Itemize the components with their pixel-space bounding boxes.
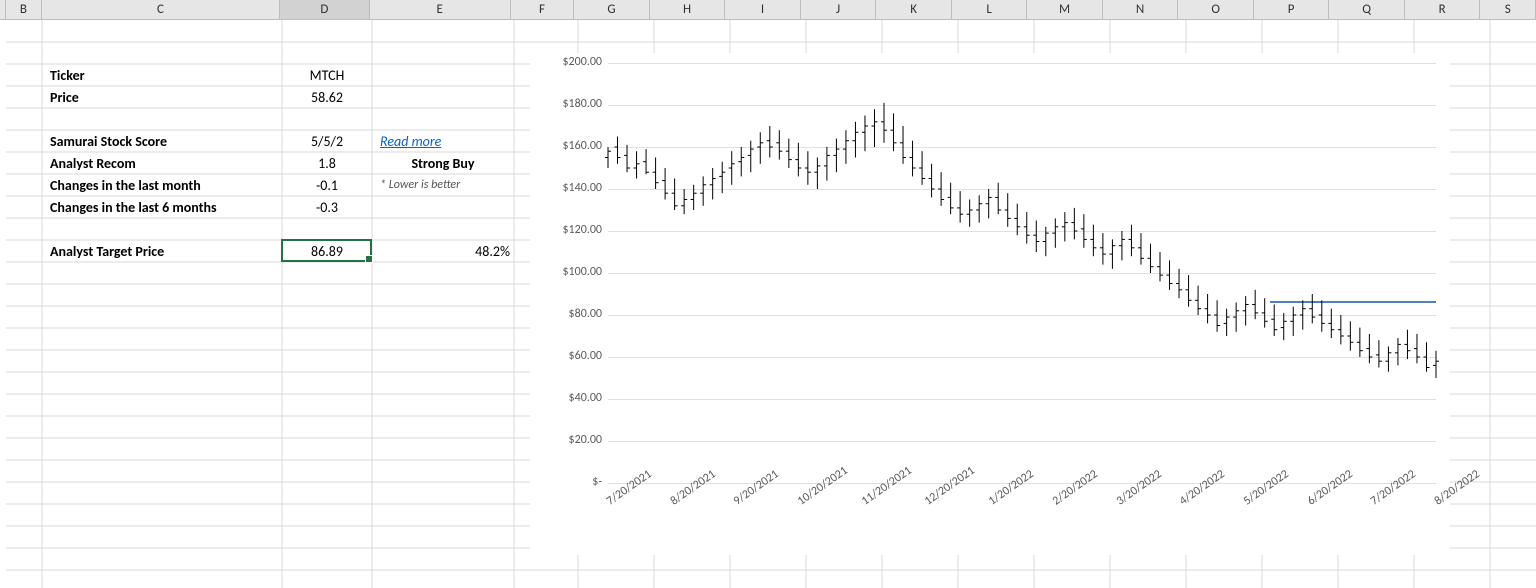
value-target-pct[interactable]: 48.2% bbox=[372, 240, 514, 262]
col-header-D[interactable]: D bbox=[280, 0, 369, 19]
col-header-B[interactable]: B bbox=[6, 0, 42, 19]
value-score[interactable]: 5/5/2 bbox=[282, 130, 372, 152]
col-header-I[interactable]: I bbox=[725, 0, 801, 19]
chart-ohlc-plot bbox=[530, 53, 1450, 555]
col-header-P[interactable]: P bbox=[1254, 0, 1330, 19]
note-lower-better[interactable]: * Lower is better bbox=[376, 174, 464, 196]
value-recom-text[interactable]: Strong Buy bbox=[372, 152, 514, 174]
label-recom[interactable]: Analyst Recom bbox=[46, 152, 140, 174]
label-ticker[interactable]: Ticker bbox=[46, 64, 89, 86]
label-target[interactable]: Analyst Target Price bbox=[46, 240, 168, 262]
col-header-J[interactable]: J bbox=[801, 0, 877, 19]
link-read-more[interactable]: Read more bbox=[376, 130, 445, 152]
col-header-C[interactable]: C bbox=[42, 0, 280, 19]
stock-chart[interactable]: $- $20.00$40.00$60.00$80.00$100.00$120.0… bbox=[530, 53, 1450, 555]
value-ticker[interactable]: MTCH bbox=[282, 64, 372, 86]
col-header-L[interactable]: L bbox=[952, 0, 1028, 19]
col-header-S[interactable]: S bbox=[1480, 0, 1536, 19]
col-header-F[interactable]: F bbox=[511, 0, 575, 19]
label-chg1m[interactable]: Changes in the last month bbox=[46, 174, 205, 196]
col-header-G[interactable]: G bbox=[574, 0, 650, 19]
column-headers-row: BCDEFGHIJKLMNOPQRS bbox=[0, 0, 1536, 20]
label-price[interactable]: Price bbox=[46, 86, 83, 108]
col-header-E[interactable]: E bbox=[370, 0, 511, 19]
value-chg1m[interactable]: -0.1 bbox=[282, 174, 372, 196]
value-target[interactable]: 86.89 bbox=[282, 240, 372, 262]
col-header-R[interactable]: R bbox=[1405, 0, 1481, 19]
col-header-H[interactable]: H bbox=[650, 0, 726, 19]
value-chg6m[interactable]: -0.3 bbox=[282, 196, 372, 218]
value-price[interactable]: 58.62 bbox=[282, 86, 372, 108]
col-header-K[interactable]: K bbox=[876, 0, 952, 19]
col-header-M[interactable]: M bbox=[1027, 0, 1103, 19]
col-header-Q[interactable]: Q bbox=[1329, 0, 1405, 19]
spreadsheet: BCDEFGHIJKLMNOPQRS Ticker MTCH Price 58.… bbox=[0, 0, 1536, 588]
label-score[interactable]: Samurai Stock Score bbox=[46, 130, 171, 152]
label-chg6m[interactable]: Changes in the last 6 months bbox=[46, 196, 221, 218]
col-header-O[interactable]: O bbox=[1178, 0, 1254, 19]
col-header-N[interactable]: N bbox=[1103, 0, 1179, 19]
value-recom[interactable]: 1.8 bbox=[282, 152, 372, 174]
grid-area[interactable]: Ticker MTCH Price 58.62 Samurai Stock Sc… bbox=[6, 20, 1536, 588]
